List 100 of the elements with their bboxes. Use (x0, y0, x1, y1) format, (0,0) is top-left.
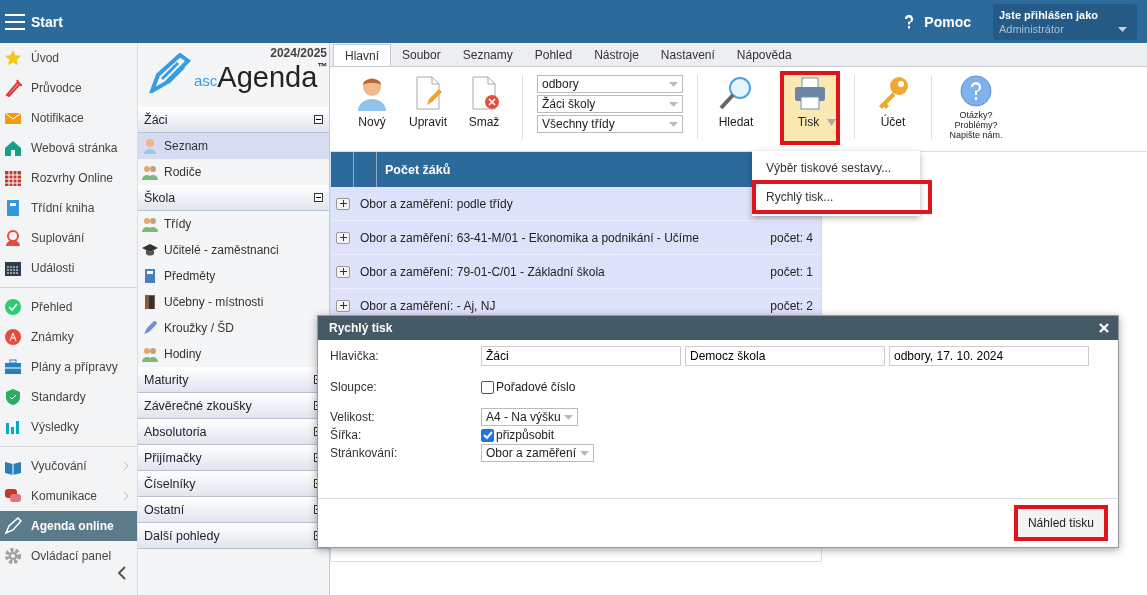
filter-dropdown[interactable]: Všechny třídy (537, 115, 683, 133)
section-title: Číselníky (144, 476, 196, 491)
checkbox-label[interactable]: přizpůsobit (496, 428, 555, 442)
nav-item[interactable]: Úvod (0, 43, 137, 73)
nav-item[interactable]: Webová stránka (0, 133, 137, 163)
chat-icon (4, 487, 22, 505)
item-label: Hodiny (164, 347, 202, 361)
ribbon-tab[interactable]: Nástroje (583, 44, 650, 66)
star-icon (4, 49, 22, 67)
ribbon-tab[interactable]: Nápověda (725, 44, 803, 66)
nav-item[interactable]: Výsledky (0, 412, 137, 442)
print-preview-button[interactable]: Náhled tisku (1013, 505, 1108, 541)
collapse-icon[interactable] (117, 565, 127, 581)
dialog-title: Rychlý tisk (329, 321, 393, 335)
nav-item[interactable]: Vyučování (0, 451, 137, 481)
section-title: Maturity (144, 372, 189, 387)
section-header[interactable]: Další pohledy (138, 523, 329, 549)
sidebar-item[interactable]: Učitelé - zaměstnanci (138, 237, 329, 263)
caret-icon[interactable] (1118, 26, 1127, 32)
checkbox-label[interactable]: Pořadové číslo (496, 380, 576, 394)
graduation-cap-icon (142, 242, 158, 258)
logo-icon (148, 53, 192, 93)
nav-item[interactable]: Průvodce (0, 73, 137, 103)
checkbox[interactable] (481, 428, 494, 442)
logo-text: ascAgenda$^{™}$ (194, 61, 328, 93)
header-field[interactable]: Žáci (481, 346, 681, 366)
header-field[interactable]: Democz škola (685, 346, 885, 366)
section-title: Další pohledy (144, 528, 220, 543)
filter-dropdown[interactable]: Žáci školy (537, 95, 683, 113)
book-icon (142, 268, 158, 284)
paging-dropdown[interactable]: Obor a zaměření (481, 444, 594, 462)
ribbon-tab[interactable]: Soubor (391, 44, 452, 66)
nav-item[interactable]: Třídní kniha (0, 193, 137, 223)
start-title[interactable]: Start (31, 13, 63, 30)
help-icon (960, 75, 992, 107)
nav-item[interactable]: Známky (0, 322, 137, 352)
section-header[interactable]: Žáci (138, 107, 329, 133)
expand-button[interactable] (336, 231, 350, 244)
sidebar-item[interactable]: Třídy (138, 211, 329, 237)
plus-icon (339, 234, 347, 241)
printer-icon (792, 75, 828, 111)
nav-item[interactable]: Standardy (0, 382, 137, 412)
bar-chart-icon (4, 418, 22, 436)
print-button[interactable]: Tisk (780, 71, 840, 145)
edit-button[interactable]: Upravit (404, 71, 452, 145)
group-row-label: Obor a zaměření: 63-41-M/01 - Ekonomika a podnikání - Učíme (360, 230, 699, 245)
menu-item[interactable]: Výběr tiskové sestavy... (752, 155, 920, 180)
ribbon-tab[interactable]: Hlavní (333, 44, 391, 66)
expand-button[interactable] (336, 197, 350, 210)
sidebar-item[interactable]: Rodiče (138, 159, 329, 185)
nav-item[interactable]: Události (0, 253, 137, 283)
group-row-label: Obor a zaměření: 79-01-C/01 - Základní škola (360, 264, 605, 279)
nav-item[interactable]: Rozvrhy Online (0, 163, 137, 193)
help-link[interactable]: Pomoc (904, 13, 971, 30)
close-icon[interactable] (1099, 323, 1109, 333)
ribbon-tab[interactable]: Seznamy (451, 44, 524, 66)
user-menu[interactable]: Jste přihlášen jako Administrátor (993, 3, 1137, 40)
sidebar-item[interactable]: Seznam (138, 133, 329, 159)
collapse-icon[interactable] (314, 115, 323, 124)
section-header[interactable]: Škola (138, 185, 329, 211)
door-icon (142, 294, 158, 310)
people-icon (142, 216, 158, 232)
search-button[interactable]: Hledat (712, 71, 760, 145)
account-button[interactable]: Účet (869, 71, 917, 145)
size-dropdown[interactable]: A4 - Na výšku (481, 408, 578, 426)
field-label: Hlavička: (330, 349, 380, 363)
nav-item[interactable]: Ovládací panel (0, 541, 137, 571)
search-icon (718, 75, 754, 111)
item-label: Kroužky / ŠD (164, 321, 235, 335)
ribbon-tab[interactable]: Pohled (523, 44, 584, 66)
ribbon-tab[interactable]: Nastavení (649, 44, 726, 66)
sidebar-item[interactable]: Hodiny (138, 341, 329, 367)
grade-icon (4, 328, 22, 346)
sidebar-item[interactable]: Učebny - místnosti (138, 289, 329, 315)
section-title: Přijímačky (144, 450, 202, 465)
field-label: Stránkování: (330, 446, 399, 460)
sidebar-item[interactable]: Předměty (138, 263, 329, 289)
collapse-icon[interactable] (314, 193, 323, 202)
plus-icon (339, 302, 347, 309)
expand-button[interactable] (336, 265, 350, 278)
nav-item[interactable]: Agenda online (0, 511, 137, 541)
delete-button[interactable]: Smaž (460, 71, 508, 145)
new-button[interactable]: Nový (348, 71, 396, 145)
checkbox[interactable] (481, 380, 494, 394)
group-count: počet: 4 (770, 230, 813, 245)
nav-item[interactable]: Notifikace (0, 103, 137, 133)
column-header[interactable]: Počet žáků (377, 162, 451, 177)
menu-item[interactable]: Rychlý tisk... (754, 182, 930, 212)
nav-item[interactable]: Suplování (0, 223, 137, 253)
sidebar-item[interactable]: Kroužky / ŠD (138, 315, 329, 341)
filter-dropdown[interactable]: odbory (537, 75, 683, 93)
menu-icon[interactable] (5, 13, 25, 30)
book-icon (4, 199, 22, 217)
people-icon (142, 346, 158, 362)
nav-item[interactable]: Komunikace (0, 481, 137, 511)
nav-item[interactable]: Přehled (0, 292, 137, 322)
nav-item[interactable]: Plány a přípravy (0, 352, 137, 382)
support-button[interactable]: Otázky? Problémy? Napište nám. (946, 71, 1006, 145)
header-field[interactable]: odbory, 17. 10. 2024 (889, 346, 1089, 366)
expand-button[interactable] (336, 299, 350, 312)
